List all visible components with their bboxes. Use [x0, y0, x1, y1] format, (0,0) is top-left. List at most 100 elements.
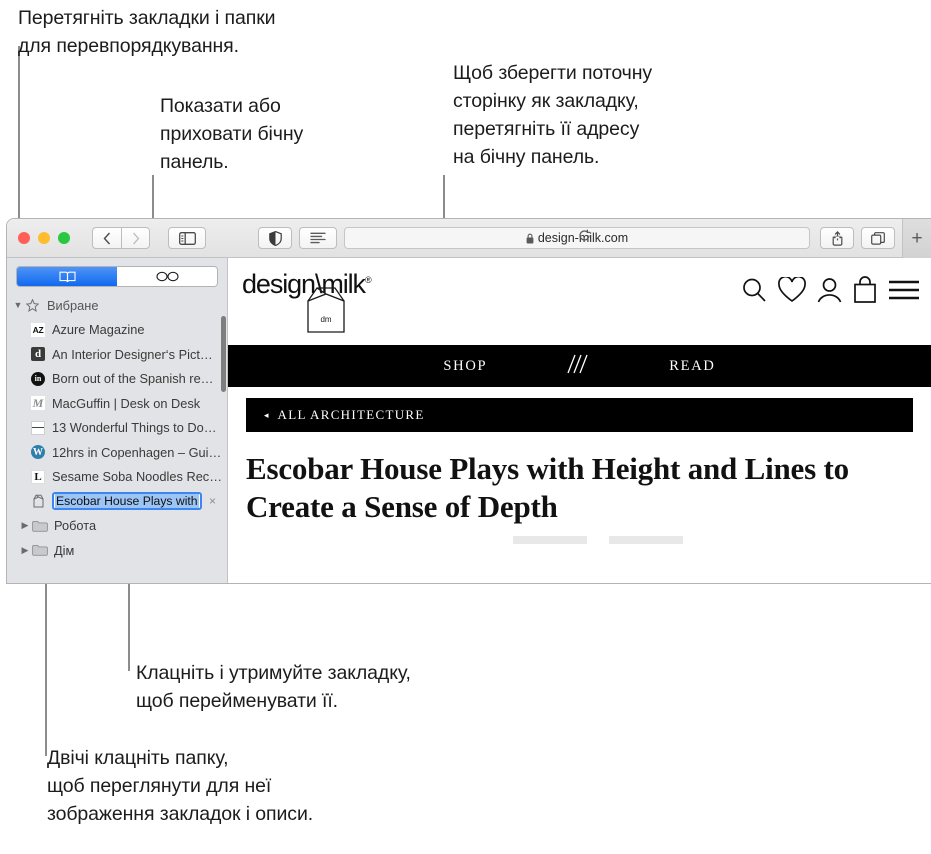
forward-button[interactable] [121, 227, 150, 249]
list-item-editing[interactable]: Escobar House Plays with × [7, 489, 227, 514]
breadcrumb[interactable]: ◂ ALL ARCHITECTURE [246, 398, 913, 432]
site-header: design\milk® dm [228, 258, 931, 345]
browser-toolbar: design-milk.com + [7, 219, 931, 258]
star-icon [24, 298, 41, 313]
registered-mark: ® [364, 275, 372, 285]
heart-icon[interactable] [778, 275, 806, 308]
carton-label: dm [320, 315, 331, 324]
milk-carton-icon: dm [302, 284, 350, 341]
book-icon [58, 271, 76, 282]
thumbnail [513, 536, 587, 544]
sidebar-folder-dim[interactable]: ▶ Дім [7, 538, 227, 563]
list-item[interactable]: in Born out of the Spanish re… [7, 367, 227, 392]
reader-view-button[interactable] [299, 227, 337, 249]
navigation-buttons [92, 227, 150, 249]
close-button[interactable] [18, 232, 30, 244]
bookmark-label: Born out of the Spanish re… [52, 371, 214, 387]
site-navbar: SHOP READ [228, 345, 931, 387]
nav-item-read[interactable]: READ [669, 358, 715, 375]
privacy-report-button[interactable] [258, 227, 292, 249]
folder-label: Дім [54, 542, 75, 558]
window-controls [18, 232, 70, 244]
zoom-button[interactable] [58, 232, 70, 244]
favicon-dezeen: d [31, 347, 45, 362]
clear-input-icon[interactable]: × [209, 494, 216, 508]
article-headline: Escobar House Plays with Height and Line… [246, 451, 849, 524]
bookmark-label: An Interior Designer‘s Pict… [52, 346, 213, 362]
sidebar-group-favorites[interactable]: ▼ Вибране [7, 293, 227, 318]
account-icon[interactable] [817, 277, 842, 308]
bookmark-label: MacGuffin | Desk on Desk [52, 395, 201, 411]
sidebar-item-bookmarks[interactable] [17, 267, 117, 286]
list-item[interactable]: AZ Azure Magazine [7, 318, 227, 343]
nav-item-shop[interactable]: SHOP [443, 358, 487, 375]
leader-line-url-drag [443, 175, 445, 223]
page-content: design\milk® dm SHOP READ ◂ ALL ARCHITEC… [228, 258, 931, 583]
search-icon[interactable] [741, 277, 767, 308]
address-bar[interactable]: design-milk.com [344, 227, 810, 249]
shield-icon [268, 230, 282, 246]
sidebar-tab-bar [7, 258, 227, 293]
share-button[interactable] [820, 227, 854, 249]
breadcrumb-label: ALL ARCHITECTURE [277, 407, 425, 422]
reader-controls [258, 227, 337, 249]
leader-line-double-click-folder [45, 570, 47, 756]
folder-label: Робота [54, 518, 97, 534]
disclosure-triangle-closed-icon[interactable]: ▶ [19, 520, 31, 531]
rename-bookmark-input[interactable]: Escobar House Plays with [52, 492, 202, 511]
reader-icon [310, 232, 326, 244]
minimize-button[interactable] [38, 232, 50, 244]
glasses-icon [155, 271, 179, 282]
slash-logo-icon[interactable] [565, 353, 591, 380]
list-item[interactable]: d An Interior Designer‘s Pict… [7, 342, 227, 367]
leader-line-sidebar-toggle [152, 175, 154, 223]
article-thumbnails [513, 536, 931, 544]
callout-click-hold-rename: Клацніть і утримуйте закладку, щоб перей… [136, 662, 411, 712]
sidebar-toggle-button[interactable] [168, 227, 206, 249]
chevron-left-icon: ◂ [264, 409, 269, 420]
lock-icon [526, 233, 534, 243]
hamburger-icon[interactable] [888, 279, 920, 306]
callout-double-click-folder: Двічі клацніть папку, щоб переглянути дл… [47, 747, 314, 825]
sidebar-item-reading-list[interactable] [117, 267, 217, 286]
callout-save-page-bookmark: Щоб зберегти поточну сторінку як закладк… [453, 62, 653, 168]
list-item[interactable]: 13 Wonderful Things to Do… [7, 416, 227, 441]
toolbar-right-buttons [820, 227, 895, 249]
favicon-macguffin: M [31, 396, 45, 411]
bookmarks-sidebar: ▼ Вибране AZ Azure Magazine d An Interio… [7, 258, 228, 583]
thumbnail [609, 536, 683, 544]
bag-icon[interactable] [853, 276, 877, 308]
callout-drag-reorder: Перетягніть закладки і папки для перевпо… [18, 7, 276, 57]
disclosure-triangle-open-icon[interactable]: ▼ [12, 300, 24, 310]
site-header-icons [741, 275, 920, 308]
favicon-thirteen [31, 420, 45, 435]
disclosure-triangle-closed-icon[interactable]: ▶ [19, 545, 31, 556]
bookmark-label: 12hrs in Copenhagen – Gui… [52, 444, 222, 460]
back-button[interactable] [92, 227, 121, 249]
sidebar-folder-robota[interactable]: ▶ Робота [7, 514, 227, 539]
list-item[interactable]: L Sesame Soba Noodles Rec… [7, 465, 227, 490]
rename-input-value: Escobar House Plays with [55, 494, 199, 509]
tab-overview-button[interactable] [861, 227, 895, 249]
folder-icon [31, 518, 48, 533]
bookmark-label: Azure Magazine [52, 322, 145, 338]
favicon-azure: AZ [31, 322, 45, 337]
window-body: ▼ Вибране AZ Azure Magazine d An Interio… [7, 258, 931, 583]
carton-icon [31, 494, 45, 508]
share-icon [832, 230, 842, 246]
reload-button[interactable] [578, 229, 591, 247]
bookmark-label: 13 Wonderful Things to Do… [52, 420, 217, 436]
list-item[interactable]: W 12hrs in Copenhagen – Gui… [7, 440, 227, 465]
new-tab-label: + [911, 227, 923, 249]
safari-window: design-milk.com + ▼ Вибране AZ Azure Mag… [7, 219, 931, 583]
sidebar-scrollbar[interactable] [221, 316, 226, 392]
reload-icon [579, 229, 591, 241]
sidebar-group-label: Вибране [47, 297, 99, 313]
list-item[interactable]: M MacGuffin | Desk on Desk [7, 391, 227, 416]
favicon-interior: in [31, 371, 45, 386]
sidebar-icon [178, 231, 196, 245]
bookmark-label: Sesame Soba Noodles Rec… [52, 469, 223, 485]
folder-icon [31, 543, 48, 558]
new-tab-button[interactable]: + [902, 219, 931, 258]
callout-show-hide-sidebar: Показати або приховати бічну панель. [160, 95, 304, 173]
